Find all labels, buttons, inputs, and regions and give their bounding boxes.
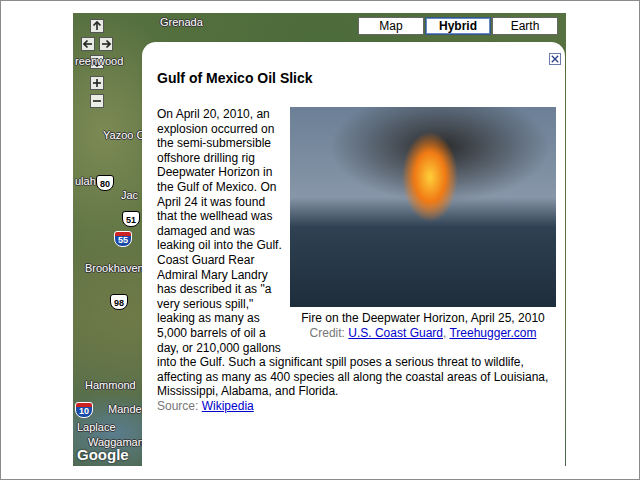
photo-credit: Credit: U.S. Coast Guard, Treehugger.com <box>290 326 556 341</box>
place-label: Grenada <box>160 16 203 28</box>
info-window: Gulf of Mexico Oil Slick Fire on the Deep… <box>142 42 565 466</box>
google-logo[interactable]: Google <box>77 446 129 463</box>
credit-link[interactable]: Treehugger.com <box>449 326 536 340</box>
place-label: Jac <box>121 189 138 201</box>
pan-left-icon[interactable] <box>81 37 95 51</box>
credit-link[interactable]: U.S. Coast Guard <box>348 326 443 340</box>
zoom-out-icon[interactable] <box>90 94 104 108</box>
place-label: Hammond <box>85 379 136 391</box>
highway-shield: 10 <box>75 402 93 418</box>
credit-separator: , <box>443 326 446 340</box>
pan-right-icon[interactable] <box>99 37 113 51</box>
source-link[interactable]: Wikipedia <box>202 399 254 413</box>
screenshot-frame: Grenada reenwood Yazoo C ulah Jac Brookhaven H… <box>0 0 640 480</box>
close-icon[interactable] <box>549 53 561 65</box>
place-label: Yazoo C <box>103 129 144 141</box>
map-type-bar: MapHybridEarth <box>358 17 558 35</box>
info-title: Gulf of Mexico Oil Slick <box>157 70 556 87</box>
highway-shield: 80 <box>96 175 114 191</box>
highway-shield: 51 <box>122 211 140 227</box>
highway-shield: 55 <box>114 231 132 247</box>
info-body: Fire on the Deepwater Horizon, April 25,… <box>157 107 556 399</box>
map-canvas[interactable]: Grenada reenwood Yazoo C ulah Jac Brookhaven H… <box>73 13 566 466</box>
place-label: reenwood <box>75 55 123 67</box>
pan-up-icon[interactable] <box>90 19 104 33</box>
rig-fire-photo <box>290 107 556 307</box>
credit-label: Credit: <box>310 326 345 340</box>
map-type-button[interactable]: Hybrid <box>425 17 491 35</box>
source-line: Source: Wikipedia <box>157 399 556 414</box>
photo-figure: Fire on the Deepwater Horizon, April 25,… <box>290 107 556 340</box>
photo-caption: Fire on the Deepwater Horizon, April 25,… <box>290 311 556 326</box>
source-label: Source: <box>157 399 198 413</box>
zoom-in-icon[interactable] <box>90 76 104 90</box>
highway-shield: 98 <box>110 294 128 310</box>
map-type-button[interactable]: Earth <box>492 17 558 35</box>
place-label: Brookhaven <box>85 262 144 274</box>
place-label: Laplace <box>77 421 116 433</box>
map-type-button[interactable]: Map <box>358 17 424 35</box>
place-label: ulah <box>75 175 96 187</box>
